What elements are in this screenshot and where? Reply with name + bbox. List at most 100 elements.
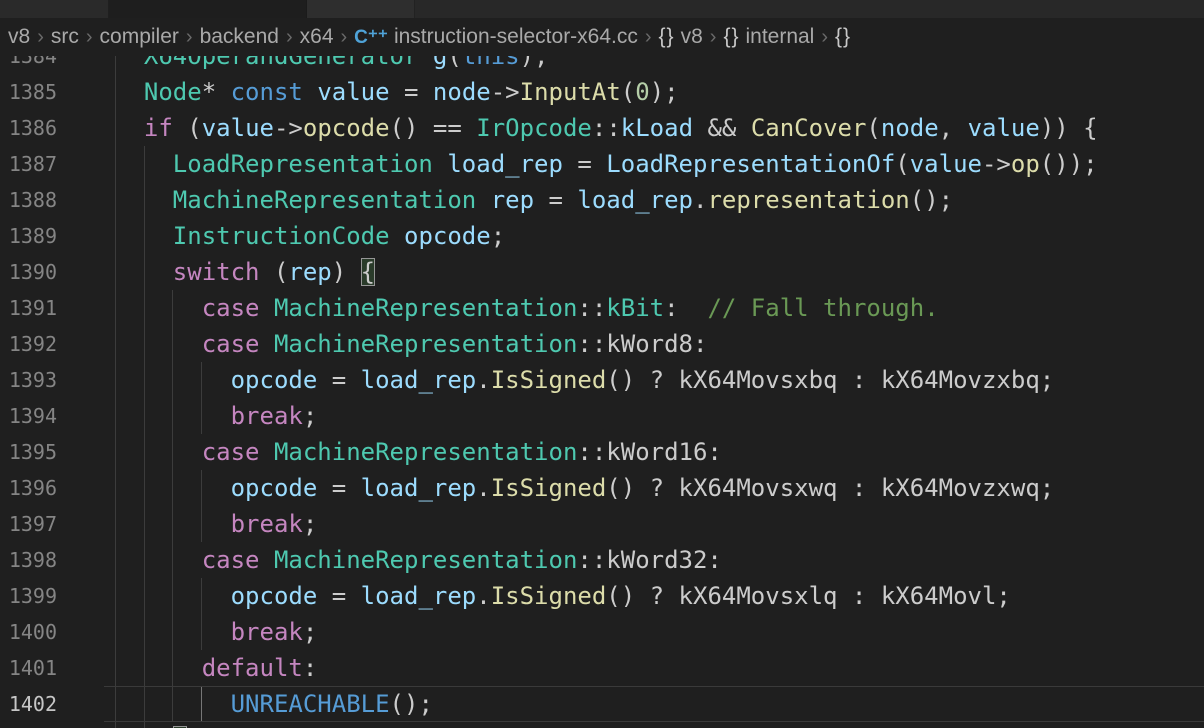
code-token: opcode <box>231 474 318 502</box>
code-line[interactable]: 1398 case MachineRepresentation::kWord32… <box>0 542 1204 578</box>
line-number[interactable]: 1403 <box>0 722 57 728</box>
code-token: :: <box>577 294 606 322</box>
code-line[interactable]: 1400 break; <box>0 614 1204 650</box>
line-number[interactable]: 1392 <box>0 326 57 362</box>
code-token: ( <box>895 150 909 178</box>
code-line[interactable]: 1395 case MachineRepresentation::kWord16… <box>0 434 1204 470</box>
code-line[interactable]: 1388 MachineRepresentation rep = load_re… <box>0 182 1204 218</box>
code-line[interactable]: 1394 break; <box>0 398 1204 434</box>
code-token: node <box>881 114 939 142</box>
breadcrumb-item-backend[interactable]: backend <box>200 25 279 49</box>
code-line-content[interactable]: case MachineRepresentation::kWord32: <box>115 542 722 578</box>
code-line-content[interactable]: break; <box>115 506 317 542</box>
code-line[interactable]: 1403 } <box>0 722 1204 728</box>
code-line-content[interactable]: opcode = load_rep.IsSigned() ? kX64Movsx… <box>115 470 1054 506</box>
code-token: ) <box>332 258 361 286</box>
breadcrumb-separator-icon: › <box>37 26 44 49</box>
code-line[interactable]: 1396 opcode = load_rep.IsSigned() ? kX64… <box>0 470 1204 506</box>
breadcrumb-separator-icon: › <box>821 26 828 49</box>
code-line-content[interactable]: default: <box>115 650 317 686</box>
code-line[interactable]: 1391 case MachineRepresentation::kBit: /… <box>0 290 1204 326</box>
line-number[interactable]: 1399 <box>0 578 57 614</box>
code-line-content[interactable]: switch (rep) { <box>115 254 375 290</box>
code-line[interactable]: 1386 if (value->opcode() == IrOpcode::kL… <box>0 110 1204 146</box>
code-token: ::kWord16: <box>577 438 722 466</box>
line-number[interactable]: 1397 <box>0 506 57 542</box>
line-number[interactable]: 1390 <box>0 254 57 290</box>
code-line-content[interactable]: LoadRepresentation load_rep = LoadRepres… <box>115 146 1098 182</box>
code-token: * <box>202 78 231 106</box>
code-line-content[interactable]: case MachineRepresentation::kWord16: <box>115 434 722 470</box>
code-token: = <box>317 582 360 610</box>
breadcrumb-item-compiler[interactable]: compiler <box>100 25 179 49</box>
breadcrumb-separator-icon: › <box>286 26 293 49</box>
code-line[interactable]: 1385 Node* const value = node->InputAt(0… <box>0 74 1204 110</box>
breadcrumb-item-v8[interactable]: {}v8 <box>659 25 703 49</box>
code-token: value <box>910 150 982 178</box>
code-line[interactable]: 1392 case MachineRepresentation::kWord8: <box>0 326 1204 362</box>
code-token: ; <box>303 618 317 646</box>
code-token: load_rep <box>361 366 477 394</box>
line-number[interactable]: 1389 <box>0 218 57 254</box>
line-number[interactable]: 1401 <box>0 650 57 686</box>
code-token: -> <box>491 78 520 106</box>
code-token: load_rep <box>361 582 477 610</box>
line-number[interactable]: 1387 <box>0 146 57 182</box>
code-line[interactable]: 1389 InstructionCode opcode; <box>0 218 1204 254</box>
code-line-content[interactable]: case MachineRepresentation::kWord8: <box>115 326 707 362</box>
code-line[interactable]: 1397 break; <box>0 506 1204 542</box>
code-line[interactable]: 1401 default: <box>0 650 1204 686</box>
code-line-content[interactable]: if (value->opcode() == IrOpcode::kLoad &… <box>115 110 1098 146</box>
line-number[interactable]: 1385 <box>0 74 57 110</box>
code-line-content[interactable]: opcode = load_rep.IsSigned() ? kX64Movsx… <box>115 362 1054 398</box>
breadcrumb-item-namespace[interactable]: {} <box>835 25 851 49</box>
breadcrumb-item-instruction-selector-x64.cc[interactable]: C⁺⁺instruction-selector-x64.cc <box>354 25 638 49</box>
line-number[interactable]: 1394 <box>0 398 57 434</box>
line-number[interactable]: 1396 <box>0 470 57 506</box>
code-line[interactable]: 1399 opcode = load_rep.IsSigned() ? kX64… <box>0 578 1204 614</box>
code-line[interactable]: 1402 UNREACHABLE(); <box>0 686 1204 722</box>
code-line-content[interactable]: Node* const value = node->InputAt(0); <box>115 74 679 110</box>
code-line-content[interactable]: break; <box>115 614 317 650</box>
code-line[interactable]: 1393 opcode = load_rep.IsSigned() ? kX64… <box>0 362 1204 398</box>
code-line-content[interactable]: MachineRepresentation rep = load_rep.rep… <box>115 182 953 218</box>
tab-active[interactable] <box>109 0 306 18</box>
code-line-content[interactable]: break; <box>115 398 317 434</box>
code-token: = <box>390 78 433 106</box>
breadcrumb-separator-icon: › <box>645 26 652 49</box>
breadcrumb-item-src[interactable]: src <box>51 25 79 49</box>
code-editor[interactable]: v8›src›compiler›backend›x64›C⁺⁺instructi… <box>0 18 1204 728</box>
code-token: rep <box>491 186 534 214</box>
code-token <box>115 546 202 574</box>
code-line-content[interactable]: InstructionCode opcode; <box>115 218 505 254</box>
line-number[interactable]: 1391 <box>0 290 57 326</box>
line-number[interactable]: 1386 <box>0 110 57 146</box>
code-token: load_rep <box>447 150 563 178</box>
tab-inactive-right[interactable] <box>306 0 414 18</box>
code-token: // Fall through. <box>707 294 938 322</box>
tab-inactive-left[interactable] <box>0 0 109 18</box>
code-token: IsSigned <box>491 474 607 502</box>
code-line-content[interactable]: } <box>115 722 187 728</box>
line-number[interactable]: 1400 <box>0 614 57 650</box>
code-line-content[interactable]: opcode = load_rep.IsSigned() ? kX64Movsx… <box>115 578 1011 614</box>
code-token: () ? kX64Movsxwq : kX64Movzxwq; <box>606 474 1054 502</box>
code-token <box>115 618 231 646</box>
code-token <box>303 78 317 106</box>
line-number[interactable]: 1388 <box>0 182 57 218</box>
line-number[interactable]: 1393 <box>0 362 57 398</box>
breadcrumb-item-internal[interactable]: {}internal <box>723 25 814 49</box>
breadcrumb-item-v8[interactable]: v8 <box>8 25 30 49</box>
code-token: . <box>693 186 707 214</box>
code-line[interactable]: 1390 switch (rep) { <box>0 254 1204 290</box>
code-line[interactable]: 1387 LoadRepresentation load_rep = LoadR… <box>0 146 1204 182</box>
line-number[interactable]: 1402 <box>0 686 57 722</box>
code-token: ()); <box>1040 150 1098 178</box>
code-line-content[interactable]: case MachineRepresentation::kBit: // Fal… <box>115 290 939 326</box>
code-token: representation <box>707 186 909 214</box>
code-line-content[interactable]: UNREACHABLE(); <box>115 686 433 722</box>
line-number[interactable]: 1395 <box>0 434 57 470</box>
line-number[interactable]: 1398 <box>0 542 57 578</box>
code-token <box>476 186 490 214</box>
breadcrumb-item-x64[interactable]: x64 <box>300 25 334 49</box>
